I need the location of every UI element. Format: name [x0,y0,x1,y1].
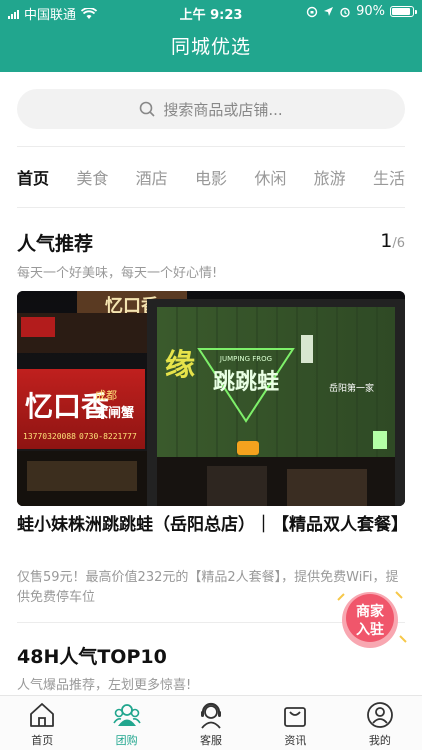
status-bar: 中国联通 上午 9:23 90% [0,0,422,24]
sign-suffix: 大闸蟹 [95,405,134,421]
sign-phone-1: 13770320088 [23,432,76,441]
divider [17,146,405,147]
badge-line-2: 入驻 [356,621,384,638]
rotation-lock-icon [306,6,318,17]
nav-customer-service-label: 客服 [200,734,223,747]
category-tabs: 首页 美食 酒店 电影 休闲 旅游 生活 [17,162,405,192]
storefront-image: 忆口香 忆口香 成都 大闸蟹 13770320088 0730-8221777 … [17,291,405,506]
app-header: 同城优选 [0,24,422,72]
sign-main: 跳跳蛙 [213,369,279,395]
sign-phone-2: 0730-8221777 [79,432,137,441]
sign-english: JUMPING FROG [219,355,272,363]
battery-percent: 90% [356,4,385,19]
nav-group-buy-label: 团购 [115,734,138,747]
divider [17,207,405,208]
carousel-page-indicator: 1/6 [380,230,405,252]
tab-home[interactable]: 首页 [17,165,49,189]
section-subtitle-top10: 人气爆品推荐，左划更多惊喜! [17,678,192,693]
search-input[interactable]: 搜索商品或店铺... [17,89,405,129]
tab-food[interactable]: 美食 [76,165,108,189]
search-placeholder: 搜索商品或店铺... [163,100,283,119]
tab-hotel[interactable]: 酒店 [136,165,168,189]
nav-news[interactable]: 资讯 [253,696,337,750]
nav-customer-service[interactable]: 客服 [169,696,253,750]
merchant-join-button[interactable]: 商家 入驻 [330,584,410,652]
featured-product-photo[interactable]: 忆口香 忆口香 成都 大闸蟹 13770320088 0730-8221777 … [17,291,405,506]
product-title[interactable]: 蛙小妹株洲跳跳蛙（岳阳总店）｜【精品双人套餐】 [17,512,409,539]
tab-life[interactable]: 生活 [373,165,405,189]
nav-news-label: 资讯 [284,734,307,747]
tab-leisure[interactable]: 休闲 [254,165,286,189]
profile-icon [366,702,393,728]
page-total: /6 [392,236,405,251]
tab-travel[interactable]: 旅游 [314,165,346,189]
badge-line-1: 商家 [356,603,385,620]
nav-home[interactable]: 首页 [0,696,84,750]
location-arrow-icon [324,7,334,16]
page-current: 1 [380,230,393,252]
tab-movie[interactable]: 电影 [195,165,227,189]
sign-side-text: 岳阳第一家 [329,382,374,394]
nav-home-label: 首页 [31,734,54,747]
customer-service-icon [201,702,222,729]
home-icon [30,703,55,727]
battery-icon [390,6,417,17]
section-subtitle-featured: 每天一个好美味，每天一个好心情! [17,266,218,281]
bottom-navigation: 首页 团购 客服 资讯 我的 [0,695,422,750]
news-bag-icon [284,707,307,727]
page-title: 同城优选 [170,36,251,58]
section-title-top10: 48H人气TOP10 [17,646,167,668]
alarm-icon [340,7,350,17]
nav-group-buy[interactable]: 团购 [84,696,168,750]
search-icon [140,101,155,117]
group-buy-icon [112,704,141,726]
nav-profile[interactable]: 我的 [338,696,422,750]
sign-tag: 成都 [95,389,117,402]
sign-left-vertical: 缘 [165,348,195,383]
section-title-featured: 人气推荐 [17,233,94,255]
nav-profile-label: 我的 [368,734,391,747]
